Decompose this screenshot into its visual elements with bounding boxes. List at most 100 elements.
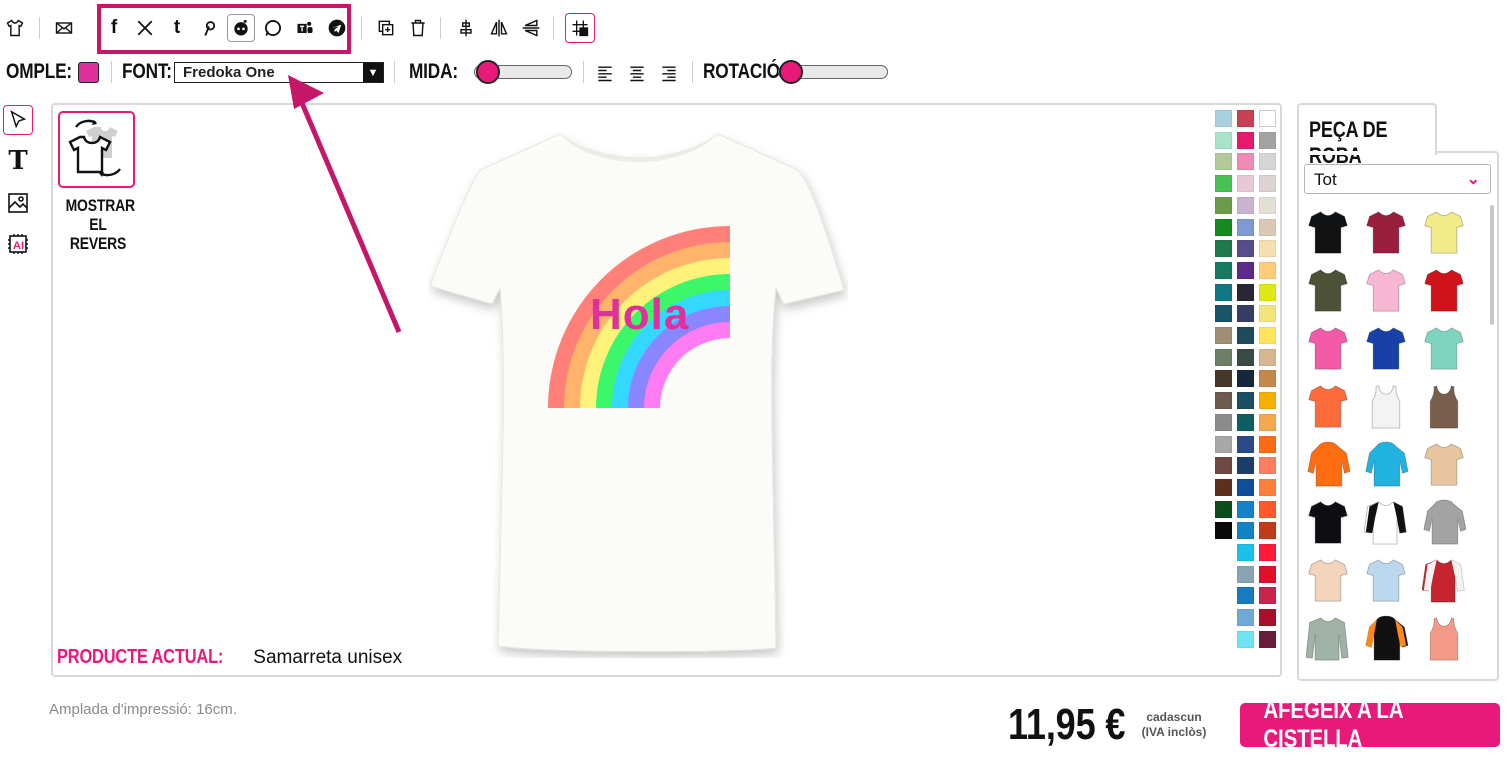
color-swatch[interactable] bbox=[1237, 305, 1254, 323]
color-swatch[interactable] bbox=[1237, 261, 1254, 279]
fill-color-swatch[interactable] bbox=[78, 62, 99, 83]
color-swatch[interactable] bbox=[1237, 478, 1254, 496]
color-swatch[interactable] bbox=[1259, 283, 1276, 301]
telegram-icon[interactable] bbox=[326, 17, 348, 39]
color-swatch[interactable] bbox=[1259, 153, 1276, 171]
color-swatch[interactable] bbox=[1215, 392, 1232, 410]
color-swatch[interactable] bbox=[1215, 175, 1232, 193]
grey-hoodie-thumbnail[interactable] bbox=[1422, 498, 1466, 548]
color-swatch[interactable] bbox=[1237, 370, 1254, 388]
color-swatch[interactable] bbox=[1215, 153, 1232, 171]
flip-vertical-icon[interactable] bbox=[518, 15, 544, 41]
select-tool-icon[interactable] bbox=[3, 105, 33, 135]
color-swatch[interactable] bbox=[1237, 392, 1254, 410]
color-swatch[interactable] bbox=[1215, 348, 1232, 366]
color-swatch[interactable] bbox=[1259, 413, 1276, 431]
color-swatch[interactable] bbox=[1259, 478, 1276, 496]
color-swatch[interactable] bbox=[1237, 218, 1254, 236]
color-swatch[interactable] bbox=[1259, 435, 1276, 453]
color-swatch[interactable] bbox=[1215, 283, 1232, 301]
cyan-hoodie-thumbnail[interactable] bbox=[1364, 440, 1408, 490]
color-swatch[interactable] bbox=[1259, 110, 1276, 127]
color-swatch[interactable] bbox=[1215, 478, 1232, 496]
color-swatch[interactable] bbox=[1237, 131, 1254, 149]
color-swatch[interactable] bbox=[1237, 413, 1254, 431]
color-swatch[interactable] bbox=[1215, 457, 1232, 475]
color-swatch[interactable] bbox=[1215, 240, 1232, 258]
olive-tshirt-thumbnail[interactable] bbox=[1306, 266, 1350, 316]
add-to-cart-button[interactable]: AFEGEIX A LA CISTELLA bbox=[1240, 696, 1500, 753]
brown-tank-thumbnail[interactable] bbox=[1422, 382, 1466, 432]
trash-icon[interactable] bbox=[405, 15, 431, 41]
blue-tshirt-thumbnail[interactable] bbox=[1364, 324, 1408, 374]
yellow-tshirt-thumbnail[interactable] bbox=[1422, 208, 1466, 258]
peach-tshirt-thumbnail[interactable] bbox=[1306, 556, 1350, 606]
design-text[interactable]: Hola bbox=[590, 290, 689, 340]
color-swatch[interactable] bbox=[1237, 544, 1254, 561]
tumblr-icon[interactable]: t bbox=[166, 17, 188, 39]
color-swatch[interactable] bbox=[1259, 240, 1276, 258]
color-swatch[interactable] bbox=[1259, 587, 1276, 605]
category-select[interactable]: Tot ⌄ bbox=[1304, 164, 1491, 194]
color-swatch[interactable] bbox=[1215, 435, 1232, 453]
color-swatch[interactable] bbox=[1215, 522, 1232, 540]
reddit-icon[interactable] bbox=[227, 14, 255, 42]
color-swatch[interactable] bbox=[1237, 500, 1254, 518]
align-center-icon[interactable] bbox=[453, 15, 479, 41]
color-swatch[interactable] bbox=[1237, 327, 1254, 344]
color-swatch[interactable] bbox=[1237, 565, 1254, 583]
pink-tshirt-thumbnail[interactable] bbox=[1364, 266, 1408, 316]
color-swatch[interactable] bbox=[1215, 413, 1232, 431]
black-tshirt-thumbnail[interactable] bbox=[1306, 208, 1350, 258]
color-swatch[interactable] bbox=[1259, 305, 1276, 323]
flip-horizontal-icon[interactable] bbox=[486, 15, 512, 41]
align-right-icon[interactable] bbox=[656, 60, 682, 86]
color-swatch[interactable] bbox=[1237, 630, 1254, 648]
salmon-tank-thumbnail[interactable] bbox=[1422, 614, 1466, 664]
color-swatch[interactable] bbox=[1237, 283, 1254, 301]
scrollbar[interactable] bbox=[1490, 205, 1494, 325]
color-swatch[interactable] bbox=[1215, 218, 1232, 236]
color-swatch[interactable] bbox=[1259, 218, 1276, 236]
color-swatch[interactable] bbox=[1259, 392, 1276, 410]
ai-tool-icon[interactable]: AI bbox=[3, 229, 33, 259]
color-swatch[interactable] bbox=[1259, 131, 1276, 149]
raglan-shirt-thumbnail[interactable] bbox=[1364, 498, 1408, 548]
color-swatch[interactable] bbox=[1237, 110, 1254, 127]
color-swatch[interactable] bbox=[1259, 522, 1276, 540]
color-swatch[interactable] bbox=[1237, 522, 1254, 540]
whatsapp-icon[interactable] bbox=[262, 17, 284, 39]
facebook-icon[interactable]: f bbox=[103, 17, 125, 39]
coral-tshirt-thumbnail[interactable] bbox=[1306, 382, 1350, 432]
color-swatch[interactable] bbox=[1215, 327, 1232, 344]
color-swatch[interactable] bbox=[1237, 435, 1254, 453]
tiedye-tshirt-thumbnail[interactable] bbox=[1422, 440, 1466, 490]
text-tool-icon[interactable]: T bbox=[3, 146, 33, 176]
color-swatch[interactable] bbox=[1237, 348, 1254, 366]
color-swatch[interactable] bbox=[1237, 609, 1254, 627]
color-swatch[interactable] bbox=[1237, 196, 1254, 214]
varsity-jacket-thumbnail[interactable] bbox=[1422, 556, 1466, 606]
white-tank-thumbnail[interactable] bbox=[1364, 382, 1408, 432]
color-swatch[interactable] bbox=[1259, 175, 1276, 193]
image-tool-icon[interactable] bbox=[3, 188, 33, 218]
color-swatch[interactable] bbox=[1259, 348, 1276, 366]
duplicate-icon[interactable] bbox=[373, 15, 399, 41]
hotpink-tshirt-thumbnail[interactable] bbox=[1306, 324, 1350, 374]
color-swatch[interactable] bbox=[1259, 500, 1276, 518]
align-center-text-icon[interactable] bbox=[624, 60, 650, 86]
teams-icon[interactable] bbox=[294, 17, 316, 39]
color-swatch[interactable] bbox=[1259, 261, 1276, 279]
color-swatch[interactable] bbox=[1237, 587, 1254, 605]
color-swatch[interactable] bbox=[1259, 196, 1276, 214]
tshirt-icon[interactable] bbox=[2, 15, 28, 41]
color-swatch[interactable] bbox=[1259, 544, 1276, 561]
color-swatch[interactable] bbox=[1259, 457, 1276, 475]
color-swatch[interactable] bbox=[1259, 327, 1276, 344]
color-swatch[interactable] bbox=[1215, 131, 1232, 149]
color-swatch[interactable] bbox=[1237, 240, 1254, 258]
color-swatch[interactable] bbox=[1259, 565, 1276, 583]
color-swatch[interactable] bbox=[1237, 457, 1254, 475]
burgundy-tshirt-thumbnail[interactable] bbox=[1364, 208, 1408, 258]
rotation-slider-knob[interactable] bbox=[779, 60, 803, 84]
